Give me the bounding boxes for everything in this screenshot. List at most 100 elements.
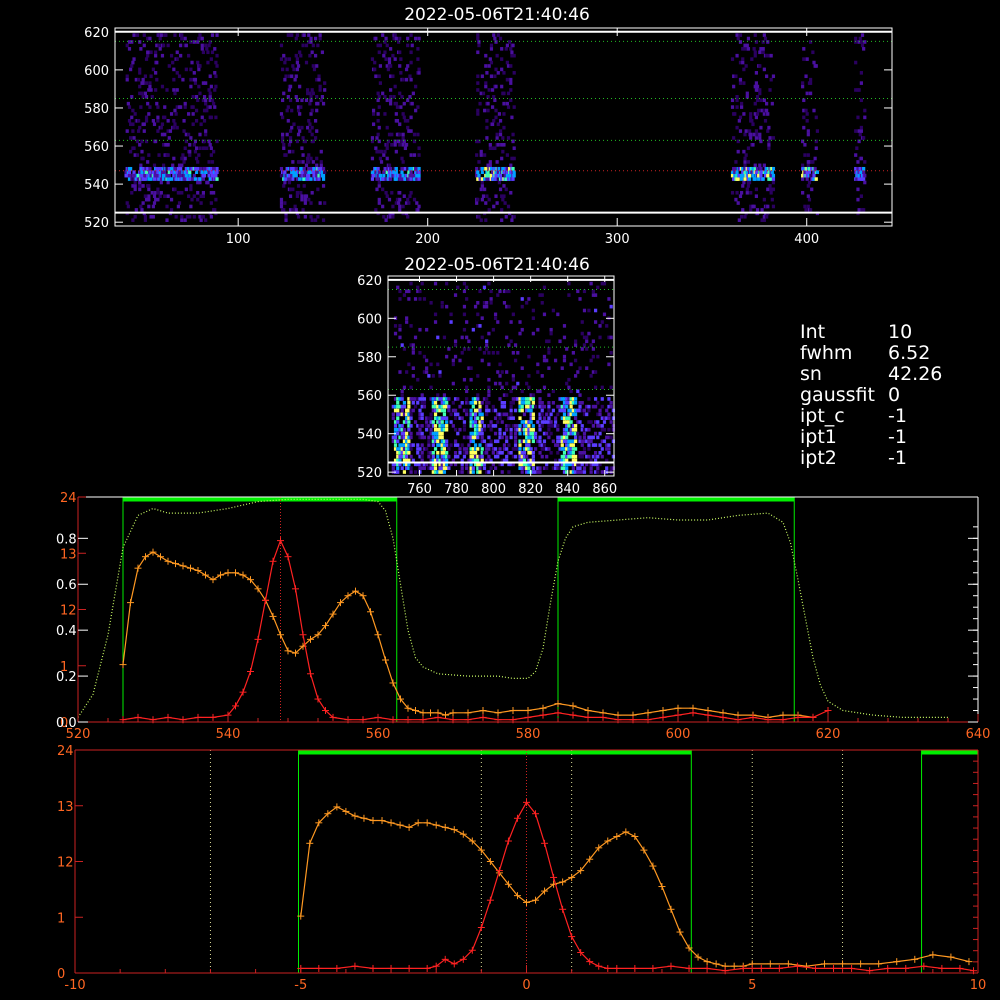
heatmap-cell xyxy=(863,173,867,178)
heatmap-cell xyxy=(400,389,404,394)
heatmap-cell xyxy=(475,201,479,205)
heatmap-cell xyxy=(529,420,533,424)
heatmap-cell xyxy=(398,190,402,195)
heatmap-cell xyxy=(409,177,413,181)
heatmap-cell xyxy=(182,119,186,123)
heatmap-cell xyxy=(138,187,142,192)
heatmap-cell xyxy=(440,435,444,440)
heatmap-cell xyxy=(398,122,402,127)
wave-xtick-label: 540 xyxy=(216,727,241,742)
heatmap-cell xyxy=(188,170,192,175)
param-int-value: 10 xyxy=(888,321,913,343)
heatmap-cell xyxy=(306,125,310,130)
top-ytick-label: 580 xyxy=(84,102,109,117)
heatmap-cell xyxy=(545,358,549,363)
heatmap-cell xyxy=(381,33,385,37)
heatmap-cell xyxy=(456,285,460,290)
heatmap-cell xyxy=(394,149,398,154)
heatmap-cell xyxy=(498,447,502,451)
heatmap-cell xyxy=(151,214,155,219)
heatmap-cell xyxy=(565,427,569,432)
heatmap-cell xyxy=(445,304,449,309)
heatmap-cell xyxy=(754,40,758,44)
heatmap-cell xyxy=(531,401,535,405)
heatmap-cell xyxy=(742,112,746,116)
heatmap-cell xyxy=(413,470,418,474)
heatmap-cell xyxy=(465,447,469,451)
heatmap-cell xyxy=(580,454,584,459)
heatmap-cell xyxy=(506,105,511,109)
heatmap-cell xyxy=(814,115,818,120)
heatmap-cell xyxy=(481,194,486,198)
heatmap-cell xyxy=(438,374,442,378)
heatmap-cell xyxy=(476,50,480,55)
heatmap-cell xyxy=(427,424,431,428)
heatmap-cell xyxy=(411,91,415,96)
heatmap-cell xyxy=(593,443,598,447)
heatmap-cell xyxy=(508,40,512,44)
heatmap-cell xyxy=(562,354,567,359)
heatmap-cell xyxy=(215,64,219,68)
heatmap-cell xyxy=(294,166,298,171)
heatmap-cell xyxy=(494,194,498,198)
heatmap-cell xyxy=(502,431,507,436)
heatmap-cell xyxy=(303,197,307,202)
heatmap-cell xyxy=(547,408,551,413)
heatmap-cell xyxy=(547,347,551,351)
heatmap-cell xyxy=(283,180,287,185)
heatmap-cell xyxy=(460,470,464,474)
heatmap-cell xyxy=(431,451,435,455)
heatmap-cell xyxy=(418,408,422,413)
heatmap-cell xyxy=(505,370,509,374)
heatmap-cell xyxy=(460,443,464,447)
heatmap-cell xyxy=(391,466,395,470)
heatmap-cell xyxy=(505,77,509,82)
heatmap-cell xyxy=(183,156,187,161)
heatmap-cell xyxy=(547,447,551,451)
zoom-xtick-label: 840 xyxy=(555,482,580,497)
heatmap-cell xyxy=(761,177,765,181)
heatmap-cell xyxy=(485,301,489,305)
param-ipt2: ipt2 -1 xyxy=(800,448,942,469)
heatmap-cell xyxy=(808,91,813,96)
heatmap-cell xyxy=(411,343,415,347)
heatmap-cell xyxy=(490,88,495,92)
heatmap-cell xyxy=(198,180,202,185)
heatmap-cell xyxy=(425,447,429,451)
heatmap-cell xyxy=(491,451,495,455)
heatmap-cell xyxy=(400,156,404,161)
heatmap-cell xyxy=(304,43,309,48)
heatmap-cell xyxy=(296,184,301,188)
heatmap-cell xyxy=(175,71,179,75)
heatmap-cell xyxy=(525,454,529,459)
heatmap-cell xyxy=(417,36,421,41)
heatmap-cell xyxy=(442,447,447,451)
heatmap-cell xyxy=(374,74,378,79)
heatmap-cell xyxy=(538,466,542,470)
heatmap-cell xyxy=(509,77,513,82)
heatmap-cell xyxy=(750,57,754,61)
heatmap-cell xyxy=(509,190,513,195)
offset-xtick-label: 10 xyxy=(970,978,987,993)
heatmap-cell xyxy=(394,112,398,116)
heatmap-cell xyxy=(396,466,400,470)
wave-ytick-red-label: 24 xyxy=(60,491,77,506)
heatmap-cell xyxy=(405,316,409,320)
heatmap-cell xyxy=(447,347,451,351)
heatmap-cell xyxy=(409,115,413,120)
heatmap-cell xyxy=(540,374,544,378)
heatmap-cell xyxy=(753,101,757,106)
heatmap-cell xyxy=(209,214,213,219)
heatmap-cell xyxy=(582,451,587,455)
heatmap-cell xyxy=(480,197,484,202)
heatmap-cell xyxy=(288,98,293,103)
heatmap-cell xyxy=(491,327,495,332)
heatmap-cell xyxy=(767,142,771,147)
heatmap-cell xyxy=(458,358,462,363)
heatmap-cell xyxy=(766,187,770,192)
heatmap-cell xyxy=(547,366,551,370)
heatmap-cell xyxy=(310,190,314,195)
heatmap-cell xyxy=(205,108,209,113)
heatmap-cell xyxy=(401,204,405,209)
heatmap-cell xyxy=(393,33,397,37)
